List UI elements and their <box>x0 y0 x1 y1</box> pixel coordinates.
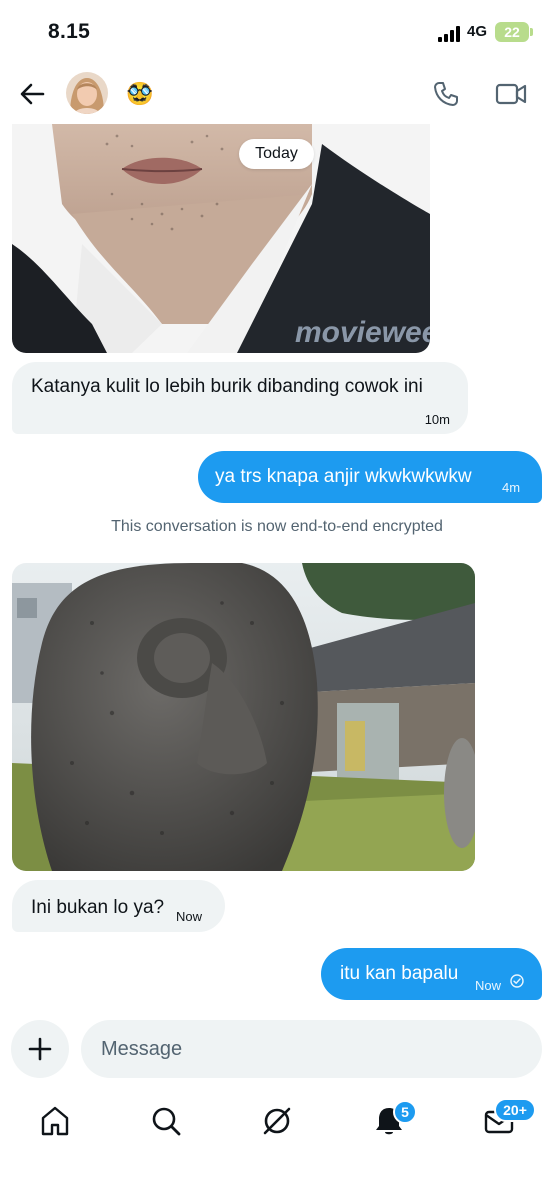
status-time: 8.15 <box>48 20 91 43</box>
date-separator: Today <box>239 139 314 169</box>
message-text: Katanya kulit lo lebih burik dibanding c… <box>31 376 423 397</box>
back-arrow-icon[interactable] <box>18 80 46 108</box>
message-text: ya trs knapa anjir wkwkwkwkw <box>215 466 472 487</box>
battery-indicator: 22 <box>495 22 529 42</box>
bottom-tab-bar: 5 20+ <box>0 1088 554 1158</box>
profile-emoji: 🥸 <box>126 81 154 106</box>
signal-icon <box>438 26 460 42</box>
network-label: 4G <box>467 23 488 40</box>
message-text: itu kan bapalu <box>340 963 459 984</box>
message-time: Now <box>176 909 203 924</box>
message-text: Ini bukan lo ya? <box>31 897 165 918</box>
conversation-header: 🥸 <box>0 64 554 124</box>
message-time: 10m <box>424 412 450 427</box>
message-bubble-incoming[interactable]: Katanya kulit lo lebih burik dibanding c… <box>12 362 468 434</box>
message-bubble-outgoing[interactable]: itu kan bapalu Now <box>321 948 542 1000</box>
message-bubble-outgoing[interactable]: ya trs knapa anjir wkwkwkwkw 4m <box>198 451 542 503</box>
search-icon[interactable] <box>149 1104 183 1138</box>
message-input[interactable] <box>101 1020 521 1078</box>
grok-icon[interactable] <box>260 1104 294 1138</box>
battery-level: 22 <box>504 24 520 40</box>
image-watermark: movieweek <box>295 316 430 349</box>
add-media-button[interactable] <box>11 1020 69 1078</box>
message-bubble-incoming[interactable]: Ini bukan lo ya? Now <box>12 880 225 932</box>
video-camera-icon[interactable] <box>495 81 527 107</box>
battery-tip <box>530 28 533 36</box>
message-input-container <box>81 1020 542 1078</box>
encryption-notice: This conversation is now end-to-end encr… <box>111 518 443 535</box>
shared-image-statue[interactable] <box>12 563 475 871</box>
phone-icon[interactable] <box>432 80 460 108</box>
shared-image-man[interactable]: movieweek <box>12 124 430 353</box>
plus-icon <box>28 1037 52 1061</box>
seen-check-icon <box>510 974 524 988</box>
message-time: 4m <box>502 480 521 495</box>
avatar[interactable] <box>66 72 108 114</box>
home-icon[interactable] <box>38 1104 72 1138</box>
message-time: Now <box>475 978 502 993</box>
status-bar: 8.15 4G 22 <box>0 0 554 64</box>
messages-badge: 20+ <box>494 1098 536 1122</box>
notifications-badge: 5 <box>393 1100 417 1124</box>
